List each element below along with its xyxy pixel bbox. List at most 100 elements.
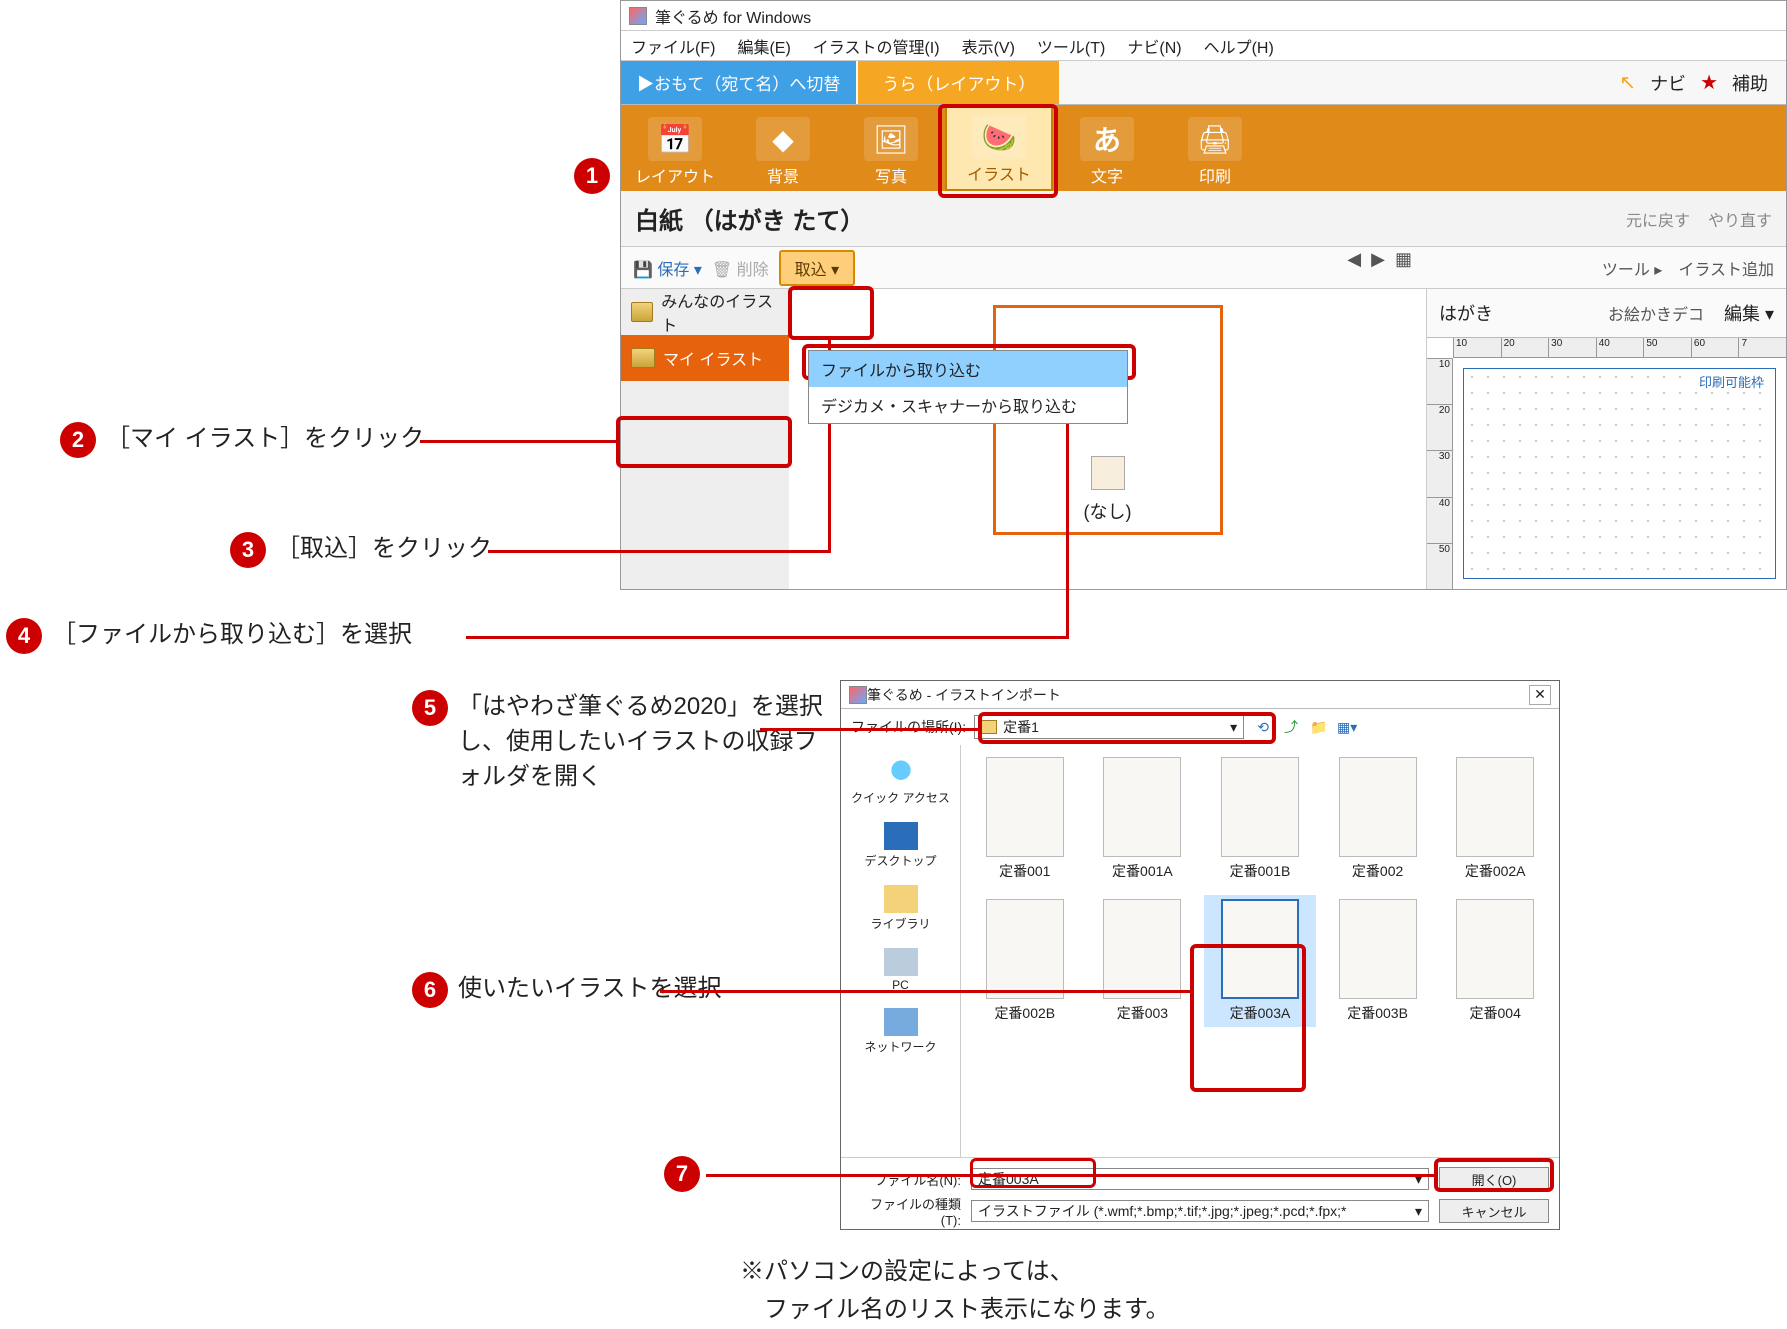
tool-button[interactable]: ツール ▸	[1602, 256, 1663, 280]
star-icon: ★	[1700, 70, 1718, 95]
location-combobox[interactable]: 定番1 ▾	[974, 715, 1244, 739]
sidebar-item-my-illust[interactable]: マイ イラスト	[621, 335, 789, 381]
ribbon-print[interactable]: 🖨印刷	[1161, 105, 1269, 191]
dialog-nav-icons: ⟲ ⤴ 📁 ▦▾	[1252, 716, 1358, 738]
ruler-area: 10 20 30 40 50 60 7 10 20 30 40 50 印刷可能枠	[1427, 337, 1786, 589]
menu-tool[interactable]: ツール(T)	[1037, 34, 1105, 58]
hagaki-label: はがき	[1439, 300, 1493, 326]
new-folder-icon[interactable]: 📁	[1308, 716, 1330, 738]
navi-label[interactable]: ナビ	[1650, 70, 1686, 96]
app-body: みんなのイラスト マイ イラスト (なし) ◀ ▶ ▦ はがき お絵かきデコ 編…	[621, 289, 1786, 589]
filetype-field[interactable]: イラストファイル (*.wmf;*.bmp;*.tif;*.jpg;*.jpeg…	[971, 1200, 1429, 1222]
file-item[interactable]: 定番002A	[1439, 753, 1551, 885]
thumb-none-label: (なし)	[1084, 498, 1132, 524]
file-item[interactable]: 定番001A	[1087, 753, 1199, 885]
file-dialog: 筆ぐるめ - イラストインポート ✕ ファイルの場所(I): 定番1 ▾ ⟲ ⤴…	[840, 680, 1560, 1230]
view-icon[interactable]: ▦▾	[1336, 716, 1358, 738]
tab-omote[interactable]: ▶おもて（宛て名）へ切替	[621, 61, 856, 104]
grid-view-icon[interactable]: ▦	[1395, 249, 1412, 270]
filename-label: ファイル名(N):	[851, 1170, 961, 1189]
file-item-selected[interactable]: 定番003A	[1204, 895, 1316, 1027]
step-3-text: ［取込］をクリック	[276, 532, 492, 567]
ribbon-illust[interactable]: 🍉イラスト	[945, 105, 1053, 191]
undo-button[interactable]: 元に戻す	[1626, 207, 1690, 231]
doc-title: 白紙 （はがき たて）	[635, 201, 864, 236]
step-2-text: ［マイ イラスト］をクリック	[106, 422, 424, 457]
oekaki-button[interactable]: お絵かきデコ	[1608, 301, 1704, 325]
ribbon-layout[interactable]: 📅レイアウト	[621, 105, 729, 191]
filetype-label: ファイルの種類(T):	[851, 1194, 961, 1228]
redo-button[interactable]: やり直す	[1708, 207, 1772, 231]
app-icon	[849, 686, 867, 704]
dropdown-from-scanner[interactable]: デジカメ・スキャナーから取り込む	[809, 387, 1127, 423]
cancel-button[interactable]: キャンセル	[1439, 1199, 1549, 1223]
library-icon	[884, 885, 918, 913]
edit-button[interactable]: 編集 ▾	[1724, 300, 1774, 326]
menu-file[interactable]: ファイル(F)	[631, 34, 715, 58]
sidebar-item-everyone[interactable]: みんなのイラスト	[621, 289, 789, 335]
note-line-1: ※パソコンの設定によっては、	[740, 1254, 1074, 1290]
connector	[660, 990, 1192, 993]
file-item[interactable]: 定番003B	[1322, 895, 1434, 1027]
file-item[interactable]: 定番004	[1439, 895, 1551, 1027]
network-icon	[884, 1008, 918, 1036]
tabrow: ▶おもて（宛て名）へ切替 うら（レイアウト） ↖ ナビ ★ 補助	[621, 61, 1786, 105]
menubar: ファイル(F) 編集(E) イラストの管理(I) 表示(V) ツール(T) ナビ…	[621, 31, 1786, 61]
file-item[interactable]: 定番002	[1322, 753, 1434, 885]
center-panel: (なし) ◀ ▶ ▦	[789, 289, 1426, 589]
file-item[interactable]: 定番001	[969, 753, 1081, 885]
ribbon-background[interactable]: ◆背景	[729, 105, 837, 191]
ribbon-photo[interactable]: 🖼写真	[837, 105, 945, 191]
canvas[interactable]	[1463, 368, 1776, 579]
folder-icon	[981, 720, 997, 734]
delete-button: 🗑 削除	[712, 256, 769, 280]
filename-field[interactable]: 定番003A▾	[971, 1168, 1429, 1190]
print-frame-label: 印刷可能枠	[1695, 372, 1768, 391]
close-button[interactable]: ✕	[1529, 685, 1551, 705]
save-button[interactable]: 💾 保存 ▾	[633, 256, 702, 280]
location-label: ファイルの場所(I):	[851, 717, 966, 737]
import-dropdown: ファイルから取り込む デジカメ・スキャナーから取り込む	[808, 350, 1128, 424]
dialog-location-row: ファイルの場所(I): 定番1 ▾ ⟲ ⤴ 📁 ▦▾	[841, 709, 1559, 745]
add-illust-button[interactable]: イラスト追加	[1678, 256, 1774, 280]
step-bullet-4: 4	[6, 618, 42, 654]
folder-icon	[631, 302, 653, 322]
ribbon: 📅レイアウト ◆背景 🖼写真 🍉イラスト あ文字 🖨印刷	[621, 105, 1786, 191]
file-item[interactable]: 定番001B	[1204, 753, 1316, 885]
dialog-titlebar: 筆ぐるめ - イラストインポート ✕	[841, 681, 1559, 709]
step-bullet-7: 7	[664, 1156, 700, 1192]
open-button[interactable]: 開く(O)	[1439, 1167, 1549, 1191]
file-item[interactable]: 定番003	[1087, 895, 1199, 1027]
step-bullet-6: 6	[412, 972, 448, 1008]
step-bullet-1: 1	[574, 158, 610, 194]
file-item[interactable]: 定番002B	[969, 895, 1081, 1027]
hojo-label[interactable]: 補助	[1732, 70, 1768, 96]
step-3: 3 ［取込］をクリック	[230, 532, 492, 568]
dialog-body: クイック アクセス デスクトップ ライブラリ PC ネットワーク 定番001 定…	[841, 745, 1559, 1157]
step-7: 7	[664, 1156, 700, 1192]
import-button[interactable]: 取込 ▾	[779, 250, 856, 286]
tab-ura[interactable]: うら（レイアウト）	[858, 61, 1059, 104]
place-library[interactable]: ライブラリ	[841, 877, 960, 940]
place-desktop[interactable]: デスクトップ	[841, 814, 960, 877]
connector	[420, 440, 616, 443]
menu-edit[interactable]: 編集(E)	[737, 34, 790, 58]
menu-illust[interactable]: イラストの管理(I)	[813, 34, 940, 58]
connector	[466, 636, 1068, 639]
menu-view[interactable]: 表示(V)	[962, 34, 1015, 58]
menu-help[interactable]: ヘルプ(H)	[1204, 34, 1274, 58]
connector	[760, 728, 980, 731]
arrow-left-icon[interactable]: ◀	[1347, 249, 1361, 270]
back-icon[interactable]: ⟲	[1252, 716, 1274, 738]
dialog-footer: ファイル名(N): 定番003A▾ 開く(O) ファイルの種類(T): イラスト…	[841, 1157, 1559, 1229]
ruler-top: 10 20 30 40 50 60 7	[1453, 338, 1786, 358]
place-quick-access[interactable]: クイック アクセス	[841, 751, 960, 814]
up-icon[interactable]: ⤴	[1280, 716, 1302, 738]
desktop-icon	[884, 822, 918, 850]
arrow-right-icon[interactable]: ▶	[1371, 249, 1385, 270]
place-network[interactable]: ネットワーク	[841, 1000, 960, 1063]
menu-navi[interactable]: ナビ(N)	[1127, 34, 1181, 58]
ribbon-text[interactable]: あ文字	[1053, 105, 1161, 191]
dropdown-from-file[interactable]: ファイルから取り込む	[809, 351, 1127, 387]
connector	[706, 1174, 1436, 1177]
